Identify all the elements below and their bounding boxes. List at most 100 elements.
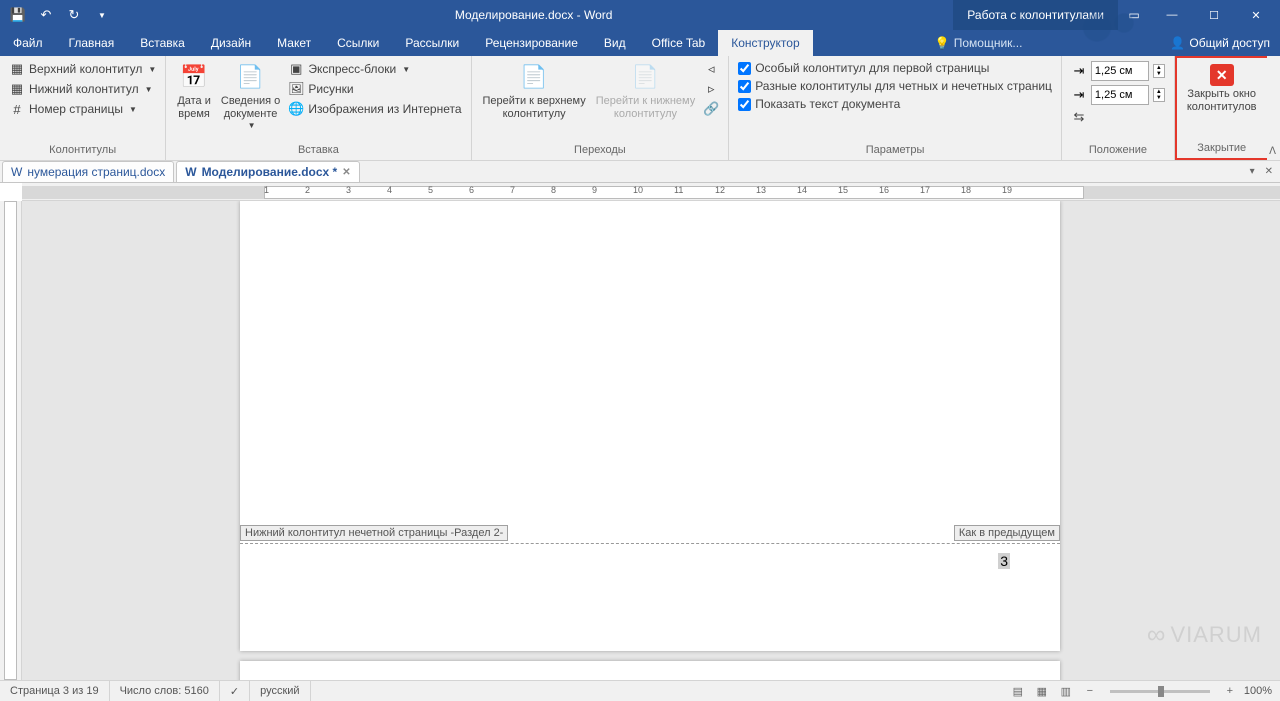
document-area[interactable]: Нижний колонтитул нечетной страницы -Раз… — [22, 201, 1280, 680]
brand-graphic — [1070, 5, 1160, 50]
printlayout-icon[interactable]: ▦ — [1032, 683, 1052, 699]
redo-icon[interactable]: ↻ — [62, 3, 86, 27]
spin-down-icon[interactable]: ▼ — [1154, 95, 1164, 101]
group-position: ⇥ ▲▼ ⇥ ▲▼ ⇆ Положение — [1062, 56, 1175, 160]
tab-close-all-icon[interactable]: ✕ — [1262, 166, 1276, 177]
zoom-out-icon[interactable]: − — [1080, 683, 1100, 699]
statusbar: Страница 3 из 19 Число слов: 5160 ✓ русс… — [0, 680, 1280, 701]
picture-icon: 🖼 — [288, 81, 304, 97]
undo-icon[interactable]: ↶ — [34, 3, 58, 27]
word-icon: W — [185, 165, 196, 179]
next-section-button[interactable]: ▹ — [700, 79, 722, 99]
pagenumber-button[interactable]: #Номер страницы▼ — [6, 99, 140, 119]
watermark: ∞VIARUM — [1147, 619, 1262, 650]
tab-office-tab[interactable]: Office Tab — [639, 30, 719, 56]
group-label: Вставка — [172, 144, 464, 158]
tab-designer[interactable]: Конструктор — [718, 30, 812, 56]
header-top-spinner[interactable]: ⇥ ▲▼ — [1068, 59, 1168, 83]
page[interactable]: Нижний колонтитул нечетной страницы -Раз… — [240, 201, 1060, 651]
group-insert: 📅 Дата ивремя 📄 Сведения одокументе▼ ▣Эк… — [166, 56, 471, 160]
document-tabs: W нумерация страниц.docx W Моделирование… — [0, 161, 1280, 183]
horizontal-ruler[interactable]: 12345678910111213141516171819 — [22, 183, 1280, 201]
footer-tag-right: Как в предыдущем — [954, 525, 1060, 541]
header-icon: ▦ — [9, 61, 25, 77]
tab-mailings[interactable]: Рассылки — [392, 30, 472, 56]
tab-layout[interactable]: Макет — [264, 30, 324, 56]
status-words[interactable]: Число слов: 5160 — [110, 681, 220, 701]
next-page[interactable] — [240, 661, 1060, 680]
zoom-in-icon[interactable]: + — [1220, 683, 1240, 699]
footer-button[interactable]: ▦Нижний колонтитул▼ — [6, 79, 156, 99]
document-icon: 📄 — [235, 61, 267, 93]
doctab-1[interactable]: W нумерация страниц.docx — [2, 161, 174, 182]
insert-tab-button[interactable]: ⇆ — [1068, 107, 1090, 127]
vertical-ruler[interactable] — [0, 201, 22, 680]
datetime-button[interactable]: 📅 Дата ивремя — [172, 59, 216, 123]
weblayout-icon[interactable]: ▥ — [1056, 683, 1076, 699]
tell-me-search[interactable]: 💡 Помощник... — [935, 36, 1023, 50]
header-pos-icon: ⇥ — [1071, 63, 1087, 79]
group-label: Переходы — [478, 144, 723, 158]
status-page[interactable]: Страница 3 из 19 — [0, 681, 110, 701]
goto-footer-icon: 📄 — [629, 61, 661, 93]
pictures-button[interactable]: 🖼Рисунки — [285, 79, 464, 99]
group-headerfooter: ▦Верхний колонтитул▼ ▦Нижний колонтитул▼… — [0, 56, 166, 160]
footer-bottom-input[interactable] — [1091, 85, 1149, 105]
goto-footer-button[interactable]: 📄 Перейти к нижнемуколонтитулу — [591, 59, 700, 123]
tab-review[interactable]: Рецензирование — [472, 30, 591, 56]
tab-home[interactable]: Главная — [56, 30, 128, 56]
footer-tag-left: Нижний колонтитул нечетной страницы -Раз… — [240, 525, 508, 541]
window-title: Моделирование.docx - Word — [114, 8, 953, 22]
tab-view[interactable]: Вид — [591, 30, 639, 56]
tab-references[interactable]: Ссылки — [324, 30, 392, 56]
quickparts-button[interactable]: ▣Экспресс-блоки▼ — [285, 59, 464, 79]
footer-bottom-spinner[interactable]: ⇥ ▲▼ — [1068, 83, 1168, 107]
lightbulb-icon: 💡 — [935, 36, 950, 50]
tab-insert[interactable]: Вставка — [127, 30, 198, 56]
show-doctext-checkbox[interactable]: Показать текст документа — [735, 95, 903, 113]
different-first-checkbox[interactable]: Особый колонтитул для первой страницы — [735, 59, 992, 77]
different-oddeven-checkbox[interactable]: Разные колонтитулы для четных и нечетных… — [735, 77, 1055, 95]
infinity-icon: ∞ — [1147, 619, 1167, 650]
group-close: ✕ Закрыть окноколонтитулов Закрытие — [1175, 56, 1267, 160]
page-number-field[interactable]: 3 — [998, 553, 1010, 569]
next-icon: ▹ — [703, 81, 719, 97]
workspace: Нижний колонтитул нечетной страницы -Раз… — [0, 201, 1280, 680]
tab-file[interactable]: Файл — [0, 30, 56, 56]
save-icon[interactable]: 💾 — [6, 3, 30, 27]
goto-header-icon: 📄 — [518, 61, 550, 93]
person-icon: 👤 — [1170, 36, 1185, 50]
close-headerfooter-button[interactable]: ✕ Закрыть окноколонтитулов — [1182, 60, 1262, 116]
onlinepictures-button[interactable]: 🌐Изображения из Интернета — [285, 99, 464, 119]
goto-header-button[interactable]: 📄 Перейти к верхнемуколонтитулу — [478, 59, 591, 123]
header-top-input[interactable] — [1091, 61, 1149, 81]
onlinepic-icon: 🌐 — [288, 101, 304, 117]
link-previous-button[interactable]: 🔗 — [700, 99, 722, 119]
readmode-icon[interactable]: ▤ — [1008, 683, 1028, 699]
titlebar: 💾 ↶ ↻ ▼ Моделирование.docx - Word Работа… — [0, 0, 1280, 30]
zoom-slider[interactable] — [1110, 690, 1210, 693]
qat-customize-icon[interactable]: ▼ — [90, 3, 114, 27]
status-language[interactable]: русский — [250, 681, 310, 701]
tab-menu-icon[interactable]: ▾ — [1247, 166, 1258, 177]
tab-close-icon[interactable]: ✕ — [342, 167, 350, 178]
status-proofing-icon[interactable]: ✓ — [220, 681, 250, 701]
group-navigation: 📄 Перейти к верхнемуколонтитулу 📄 Перейт… — [472, 56, 730, 160]
header-button[interactable]: ▦Верхний колонтитул▼ — [6, 59, 159, 79]
docinfo-button[interactable]: 📄 Сведения одокументе▼ — [216, 59, 285, 133]
maximize-icon[interactable]: ☐ — [1194, 0, 1234, 30]
doctab-2[interactable]: W Моделирование.docx * ✕ — [176, 161, 359, 182]
word-icon: W — [11, 165, 22, 179]
footer-pos-icon: ⇥ — [1071, 87, 1087, 103]
tab-design[interactable]: Дизайн — [198, 30, 264, 56]
prev-section-button[interactable]: ◃ — [700, 59, 722, 79]
close-x-icon: ✕ — [1210, 64, 1234, 86]
spin-down-icon[interactable]: ▼ — [1154, 71, 1164, 77]
close-icon[interactable]: ✕ — [1236, 0, 1276, 30]
collapse-ribbon-icon[interactable]: ᐱ — [1269, 146, 1276, 157]
share-button[interactable]: 👤 Общий доступ — [1170, 36, 1270, 50]
pagenumber-icon: # — [9, 101, 25, 117]
group-label: Колонтитулы — [6, 144, 159, 158]
group-label: Положение — [1068, 144, 1168, 158]
zoom-level[interactable]: 100% — [1244, 685, 1272, 697]
